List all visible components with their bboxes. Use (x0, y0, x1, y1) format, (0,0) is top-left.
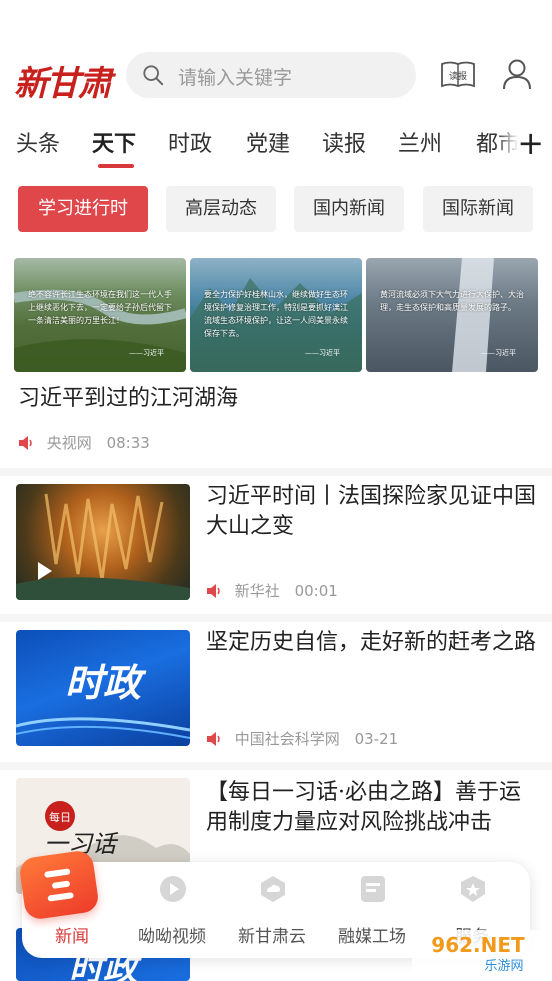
speaker-icon[interactable] (206, 584, 222, 598)
search-icon (143, 65, 164, 86)
svg-text:每日: 每日 (49, 810, 71, 824)
news-title[interactable]: 习近平时间丨法国探险家见证中国大山之变 (206, 482, 536, 542)
news-meta: 新华社 00:01 (206, 580, 338, 601)
search-placeholder: 请输入关键字 (178, 67, 293, 89)
news-meta: 中国社会科学网 03-21 (206, 728, 398, 749)
nav-media[interactable]: 融媒工场 (322, 862, 422, 958)
tab-headline[interactable]: 头条 (16, 126, 60, 158)
speaker-icon[interactable] (18, 436, 34, 450)
news-meta: 央视网 08:33 (18, 432, 150, 453)
svg-text:时政: 时政 (65, 661, 147, 705)
chip-domestic[interactable]: 国内新闻 (294, 186, 404, 232)
newspaper-icon[interactable]: 读报 (440, 60, 476, 90)
news-image: 黄河流域必须下大气力进行大保护、大治理，走生态保护和高质量发展的路子。 ——习近… (366, 258, 538, 372)
tab-politics[interactable]: 时政 (168, 126, 212, 158)
site-watermark: 962.NET 乐游网 (412, 930, 544, 976)
search-bar[interactable]: 请输入关键字 (126, 52, 416, 98)
chip-leaders[interactable]: 高层动态 (166, 186, 276, 232)
divider (0, 762, 552, 770)
nav-video[interactable]: 呦呦视频 (122, 862, 222, 958)
divider (0, 614, 552, 622)
divider (0, 468, 552, 476)
svg-text:乐游网: 乐游网 (484, 959, 523, 974)
video-thumbnail[interactable] (16, 484, 190, 600)
user-icon[interactable] (502, 58, 532, 90)
news-title[interactable]: 坚定历史自信，走好新的赶考之路 (206, 628, 536, 658)
cloud-icon (261, 876, 285, 902)
active-tab-indicator (98, 164, 134, 168)
news-title[interactable]: 习近平到过的江河湖海 (18, 380, 238, 412)
tab-world[interactable]: 天下 (92, 126, 136, 158)
nav-label: 新闻 (55, 927, 89, 947)
app-logo[interactable]: 新甘肃 (14, 56, 112, 105)
politics-banner-image: 时政 (16, 661, 190, 739)
tab-party[interactable]: 党建 (246, 126, 290, 158)
cave-image (16, 493, 190, 600)
speaker-icon[interactable] (206, 732, 222, 746)
svg-text:962.NET: 962.NET (431, 933, 525, 957)
svg-text:读报: 读报 (449, 70, 467, 82)
nav-label: 融媒工场 (338, 927, 406, 947)
sub-channel-chips: 学习进行时 高层动态 国内新闻 国际新闻 (0, 186, 552, 234)
news-item-triple-images[interactable]: 绝不容许长江生态环境在我们这一代人手上继续恶化下去，一定要给子孙后代留下一条清洁… (14, 258, 538, 374)
app-header: 新甘肃 请输入关键字 读报 (0, 50, 552, 105)
news-title[interactable]: 【每日一习话·必由之路】善于运用制度力量应对风险挑战冲击 (206, 778, 536, 838)
tab-lanzhou[interactable]: 兰州 (398, 126, 442, 158)
play-icon[interactable] (38, 562, 52, 580)
add-channel-button[interactable]: + (517, 124, 544, 162)
channel-tabs: 头条 天下 时政 党建 读报 兰州 都市 + (0, 120, 552, 170)
news-thumbnail[interactable]: 时政 (16, 630, 190, 746)
service-icon (461, 876, 485, 902)
news-image: 要全力保护好桂林山水，继续做好生态环境保护修复治理工作，特别是要抓好漓江流域生态… (190, 258, 362, 372)
news-image: 绝不容许长江生态环境在我们这一代人手上继续恶化下去，一定要给子孙后代留下一条清洁… (14, 258, 186, 372)
tab-newspaper[interactable]: 读报 (322, 126, 366, 158)
nav-label: 新甘肃云 (238, 927, 306, 947)
news-icon[interactable] (18, 849, 100, 921)
video-icon (160, 876, 186, 902)
chip-international[interactable]: 国际新闻 (423, 186, 533, 232)
nav-cloud[interactable]: 新甘肃云 (222, 862, 322, 958)
media-icon (361, 876, 385, 902)
nav-label: 呦呦视频 (138, 927, 206, 947)
chip-study[interactable]: 学习进行时 (18, 186, 148, 232)
